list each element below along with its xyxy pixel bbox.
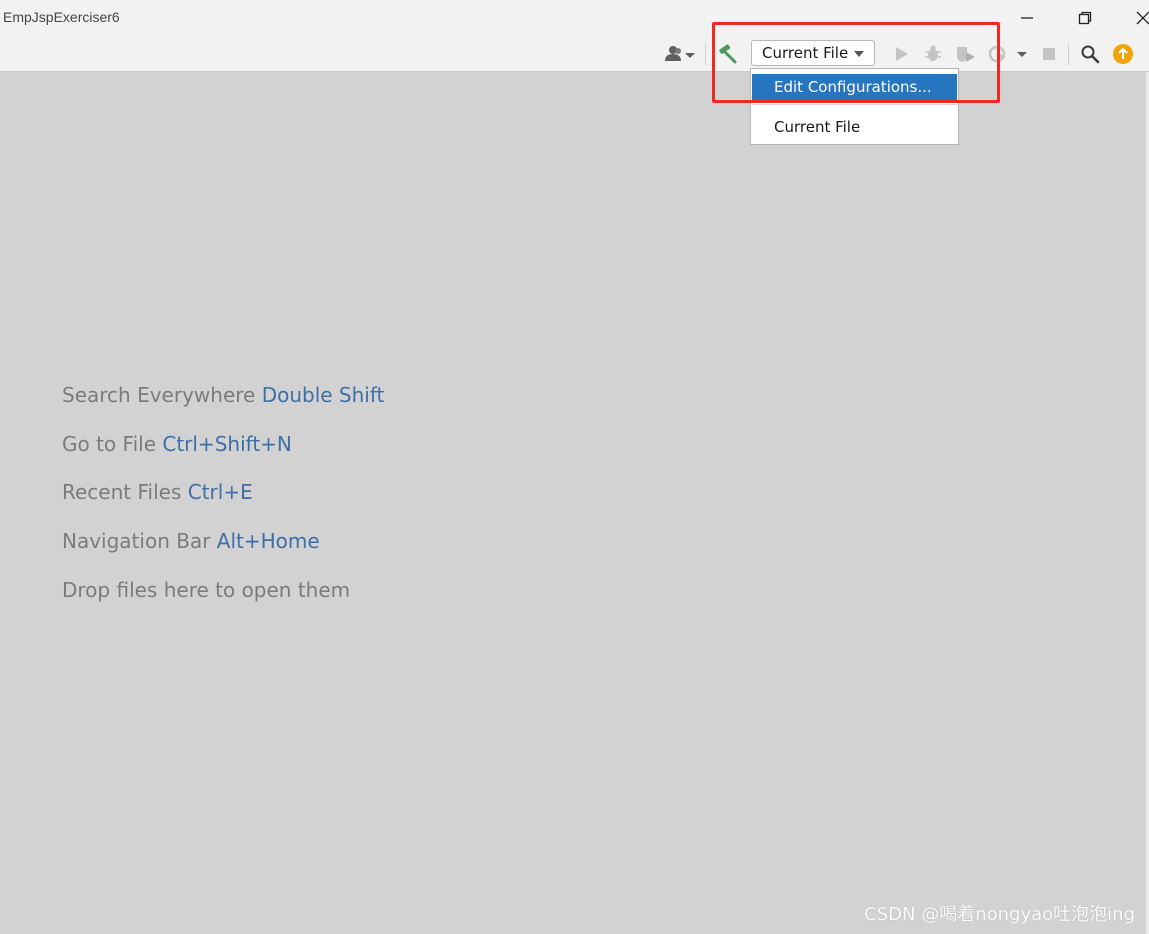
hint-navigation-bar: Navigation Bar Alt+Home: [62, 529, 320, 553]
toolbar-separator: [705, 43, 706, 65]
hint-go-to-file: Go to File Ctrl+Shift+N: [62, 432, 292, 456]
coverage-button[interactable]: [953, 36, 977, 71]
hint-recent-files: Recent Files Ctrl+E: [62, 480, 253, 504]
restore-button[interactable]: [1065, 0, 1105, 36]
dropdown-item-edit-configurations[interactable]: Edit Configurations...: [752, 74, 957, 100]
dropdown-item-current-file[interactable]: Current File: [752, 114, 957, 140]
hint-shortcut: Alt+Home: [216, 529, 320, 553]
main-toolbar: Current File: [0, 36, 1149, 72]
hint-text: Search Everywhere: [62, 383, 256, 407]
stop-icon: [1043, 47, 1055, 60]
hint-shortcut: Double Shift: [261, 383, 385, 407]
search-icon: [1081, 45, 1100, 63]
dropdown-separator: [752, 104, 957, 105]
window-title: EmpJspExerciser6: [3, 9, 120, 25]
hint-shortcut: Ctrl+E: [187, 480, 253, 504]
run-button[interactable]: [889, 36, 913, 71]
title-bar: EmpJspExerciser6: [0, 0, 1149, 36]
minimize-icon: [1021, 17, 1033, 19]
run-icon: [896, 46, 908, 61]
run-configuration-selector[interactable]: Current File: [751, 40, 875, 66]
profiler-button[interactable]: [986, 36, 1030, 71]
build-hammer-icon: [719, 43, 737, 63]
search-everywhere-button[interactable]: [1077, 36, 1103, 71]
close-icon: [1136, 11, 1149, 25]
hint-search-everywhere: Search Everywhere Double Shift: [62, 383, 384, 407]
update-icon: [1113, 43, 1133, 64]
debug-icon: [925, 45, 941, 61]
stop-button[interactable]: [1038, 36, 1060, 71]
hint-text: Recent Files: [62, 480, 182, 504]
update-button[interactable]: [1110, 36, 1136, 71]
toolbar-separator: [1068, 43, 1069, 65]
run-config-dropdown: Edit Configurations... Current File: [750, 68, 959, 145]
ide-window: EmpJspExerciser6 Current File Edit Confi…: [0, 0, 1149, 934]
hint-shortcut: Ctrl+Shift+N: [162, 432, 292, 456]
dropdown-item-label: Current File: [774, 118, 861, 136]
run-config-label: Current File: [762, 44, 849, 62]
watermark-text: CSDN @喝着nongyao吐泡泡ing: [864, 904, 1135, 925]
profiler-icon: [988, 45, 1027, 62]
hint-text: Navigation Bar: [62, 529, 211, 553]
user-menu-button[interactable]: [662, 36, 698, 71]
debug-button[interactable]: [921, 36, 945, 71]
build-button[interactable]: [713, 36, 741, 71]
chevron-down-icon: [854, 51, 864, 57]
restore-icon: [1078, 11, 1092, 25]
coverage-icon: [957, 46, 975, 62]
user-icon: [665, 45, 695, 61]
hint-drop-files: Drop files here to open them: [62, 578, 350, 602]
hint-text: Go to File: [62, 432, 156, 456]
minimize-button[interactable]: [1007, 0, 1047, 36]
dropdown-item-label: Edit Configurations...: [774, 78, 932, 96]
hint-text: Drop files here to open them: [62, 578, 351, 602]
close-button[interactable]: [1123, 0, 1149, 36]
